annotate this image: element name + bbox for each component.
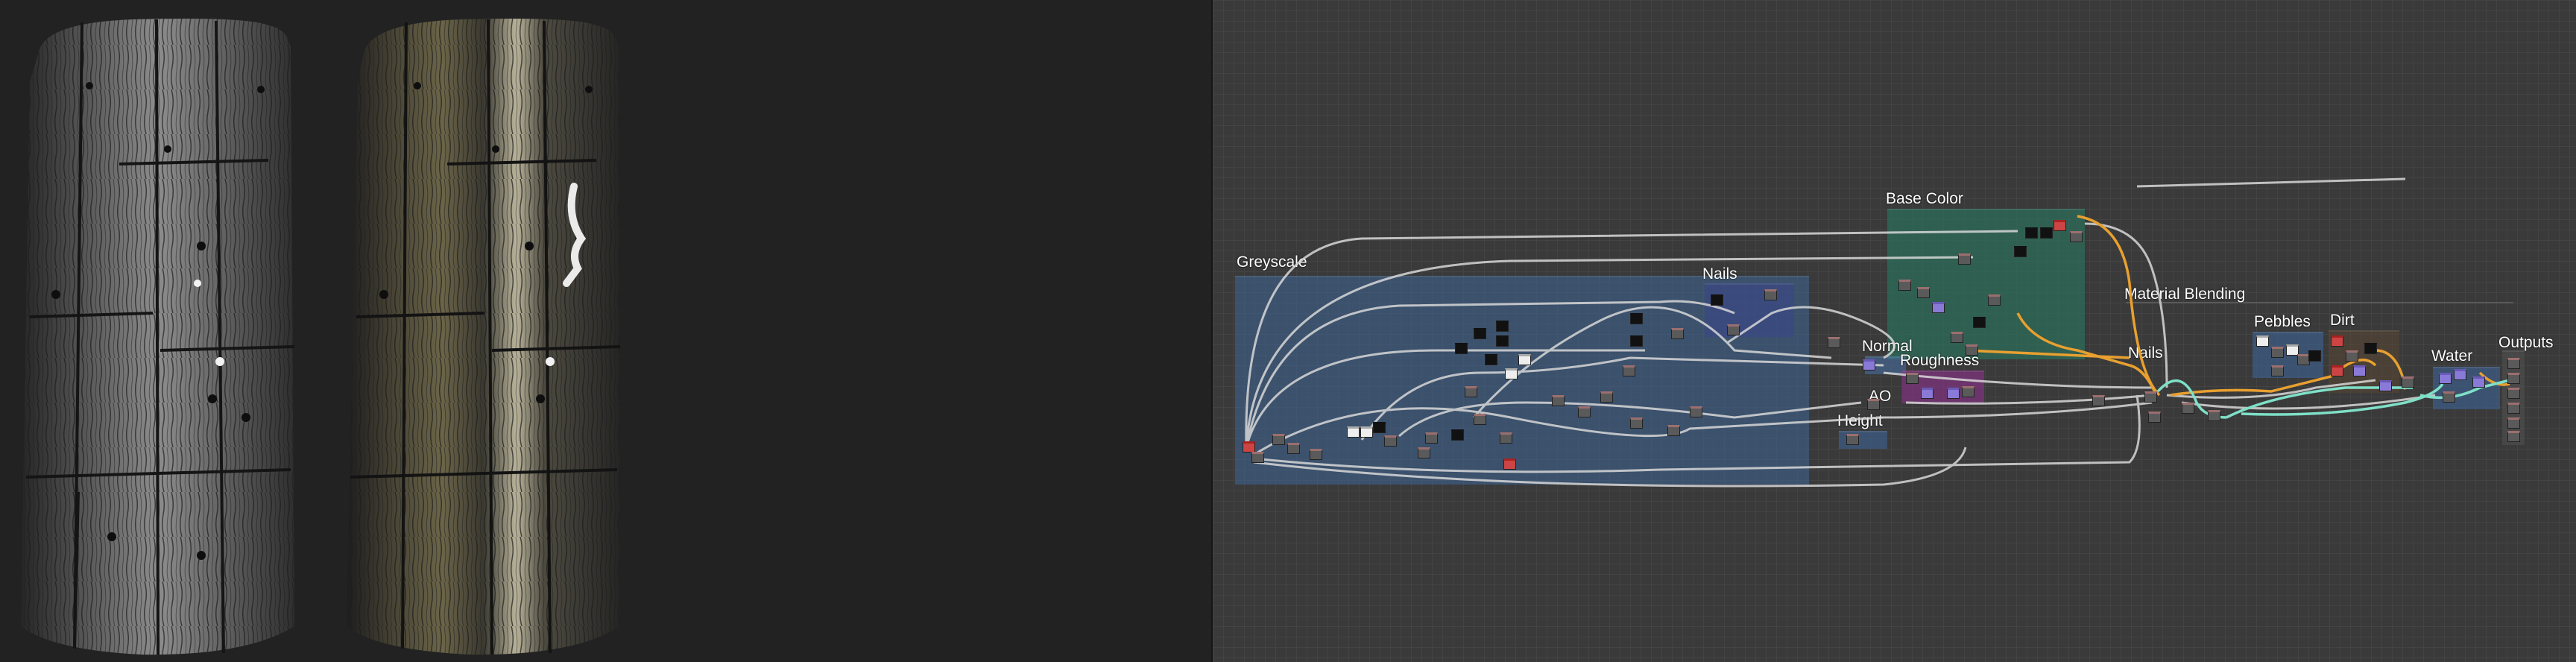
graph-node[interactable] xyxy=(2443,391,2455,403)
graph-node[interactable] xyxy=(2402,376,2414,388)
graph-node[interactable] xyxy=(2379,380,2392,391)
graph-node[interactable] xyxy=(1690,406,1702,417)
graph-node[interactable] xyxy=(1518,354,1531,365)
graph-node[interactable] xyxy=(2271,347,2284,358)
graph-node[interactable] xyxy=(1623,365,1635,376)
graph-node[interactable] xyxy=(1962,386,1974,397)
graph-node[interactable] xyxy=(1465,386,1477,397)
graph-node[interactable] xyxy=(1600,391,1613,403)
viewport-render xyxy=(21,19,621,655)
graph-node[interactable] xyxy=(1863,359,1875,371)
graph-node[interactable] xyxy=(1451,429,1464,441)
graph-node[interactable] xyxy=(1711,294,1723,306)
graph-node[interactable] xyxy=(1425,432,1438,444)
graph-node[interactable] xyxy=(2507,431,2520,442)
graph-node[interactable] xyxy=(1671,328,1684,339)
graph-node[interactable] xyxy=(2308,350,2321,362)
graph-node[interactable] xyxy=(2454,369,2466,380)
cylinder-preview-right xyxy=(347,19,621,655)
graph-node[interactable] xyxy=(1898,280,1911,291)
graph-node[interactable] xyxy=(1455,343,1468,354)
graph-node[interactable] xyxy=(2331,365,2343,376)
graph-node[interactable] xyxy=(1988,294,2001,306)
graph-node[interactable] xyxy=(2364,343,2377,354)
node-graph-editor[interactable]: Greyscale Nails Base Color Material Blen… xyxy=(1213,0,2576,662)
graph-node[interactable] xyxy=(2148,412,2161,423)
graph-node[interactable] xyxy=(1496,335,1509,347)
graph-node[interactable] xyxy=(2507,388,2520,399)
graph-node[interactable] xyxy=(1727,324,1740,335)
graph-node[interactable] xyxy=(1474,414,1486,425)
graph-node[interactable] xyxy=(1500,432,1512,444)
graph-node[interactable] xyxy=(1418,447,1430,458)
graph-node[interactable] xyxy=(1552,395,1565,406)
graph-node[interactable] xyxy=(1373,422,1386,433)
graph-node[interactable] xyxy=(2025,227,2038,239)
graph-node[interactable] xyxy=(1906,373,1919,384)
graph-node[interactable] xyxy=(2053,220,2066,231)
graph-node[interactable] xyxy=(1966,344,1978,356)
graph-node[interactable] xyxy=(2507,417,2520,429)
graph-node[interactable] xyxy=(2439,373,2452,384)
graph-node[interactable] xyxy=(1630,417,1643,429)
graph-node[interactable] xyxy=(2256,335,2269,347)
graph-node[interactable] xyxy=(1272,434,1285,445)
graph-node[interactable] xyxy=(2331,335,2343,347)
graph-node[interactable] xyxy=(1243,441,1255,453)
graph-node[interactable] xyxy=(2353,365,2366,376)
graph-node[interactable] xyxy=(1667,425,1680,436)
graph-node[interactable] xyxy=(1485,354,1497,365)
graph-node[interactable] xyxy=(1578,406,1591,417)
graph-node[interactable] xyxy=(1947,388,1960,399)
graph-node[interactable] xyxy=(1630,335,1643,347)
graph-connections xyxy=(1245,177,2510,488)
graph-node[interactable] xyxy=(1867,399,1880,410)
graph-node[interactable] xyxy=(1921,388,1933,399)
graph-node[interactable] xyxy=(1360,426,1373,438)
graph-node[interactable] xyxy=(2507,403,2520,414)
graph-node[interactable] xyxy=(1973,317,1986,328)
graph-node[interactable] xyxy=(2014,246,2027,257)
graph-node[interactable] xyxy=(1503,458,1516,470)
graph-node[interactable] xyxy=(1496,321,1509,332)
graph-node[interactable] xyxy=(1917,287,1930,298)
graph-node[interactable] xyxy=(2507,373,2520,384)
graph-node[interactable] xyxy=(1630,313,1643,324)
graph-node[interactable] xyxy=(1764,289,1777,300)
graph-node[interactable] xyxy=(1846,434,1859,445)
graph-node[interactable] xyxy=(1828,337,1840,348)
graph-node[interactable] xyxy=(1347,426,1360,438)
graph-node[interactable] xyxy=(2507,358,2520,369)
graph-node[interactable] xyxy=(1951,332,1963,343)
graph-node[interactable] xyxy=(1932,302,1945,313)
cylinder-preview-left xyxy=(21,19,295,655)
graph-node[interactable] xyxy=(1287,443,1300,454)
graph-node[interactable] xyxy=(2346,350,2358,362)
graph-node[interactable] xyxy=(1958,253,1971,265)
graph-node[interactable] xyxy=(2271,365,2284,376)
graph-node[interactable] xyxy=(1505,368,1518,379)
graph-node[interactable] xyxy=(2144,391,2157,403)
graph-node[interactable] xyxy=(2092,395,2105,406)
graph-node[interactable] xyxy=(1384,435,1397,447)
graph-node[interactable] xyxy=(2208,410,2220,421)
graph-node[interactable] xyxy=(2070,231,2083,242)
graph-node[interactable] xyxy=(2182,403,2194,414)
graph-node[interactable] xyxy=(1474,328,1486,339)
graph-node[interactable] xyxy=(2040,227,2053,239)
3d-viewport[interactable] xyxy=(0,0,1211,662)
graph-node[interactable] xyxy=(1310,449,1322,460)
graph-node[interactable] xyxy=(2472,376,2485,388)
graph-node[interactable] xyxy=(1251,452,1264,463)
